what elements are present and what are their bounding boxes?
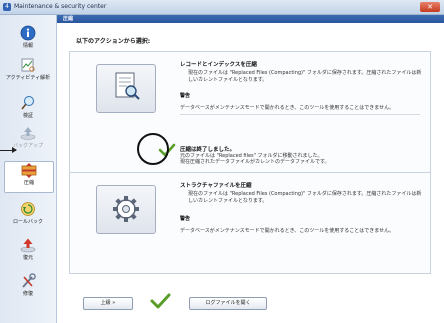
- compact-structure-panel: ストラクチャファイルを圧縮 現在のファイルは "Replaced Files (…: [69, 172, 431, 274]
- sidebar-item-label: 圧縮: [23, 180, 34, 186]
- panel-description: 現在のファイルは "Replaced Files (Compacting)" フ…: [188, 191, 422, 204]
- repair-icon: [22, 273, 36, 288]
- panel-heading: レコードとインデックスを圧縮: [180, 62, 257, 68]
- sidebar: 情報 アクティビティ解析 検証 バックアップ 圧縮 ロールバック 復元 修復: [0, 15, 57, 323]
- panel-heading: ストラクチャファイルを圧縮: [180, 183, 252, 189]
- action-prompt: 以下のアクションから選択:: [76, 38, 151, 45]
- pointer-arrow-head: [12, 147, 17, 153]
- restore-icon: [20, 238, 36, 253]
- highlight-circle: [137, 133, 169, 165]
- sidebar-item-repair[interactable]: 修復: [4, 273, 52, 303]
- sidebar-item-rollback[interactable]: ロールバック: [4, 201, 52, 231]
- window-title: Maintenance & security center: [14, 3, 107, 10]
- maintenance-window: 4 Maintenance & security center ✕ 情報 アクテ…: [0, 0, 444, 323]
- footer-bar: 上級 » ログファイルを開く: [69, 291, 429, 315]
- warning-label: 警告: [180, 216, 191, 222]
- success-check-icon: [150, 293, 171, 309]
- sidebar-item-label: 修復: [22, 291, 33, 297]
- sidebar-item-label: 復元: [22, 255, 33, 261]
- sidebar-item-verify[interactable]: 検証: [4, 95, 52, 125]
- backup-icon: [20, 127, 36, 140]
- sidebar-item-label: 情報: [22, 43, 33, 49]
- divider: [180, 114, 420, 115]
- status-heading: 圧縮は終了しました。: [180, 147, 236, 153]
- open-log-button[interactable]: ログファイルを開く: [189, 297, 267, 310]
- sidebar-item-label: ロールバック: [12, 219, 43, 225]
- close-icon: ✕: [427, 3, 433, 11]
- sidebar-item-info[interactable]: 情報: [4, 25, 52, 55]
- sidebar-item-label: アクティビティ解析: [5, 75, 51, 81]
- section-header: 圧縮: [57, 15, 444, 23]
- close-button[interactable]: ✕: [420, 2, 440, 12]
- advanced-button[interactable]: 上級 »: [83, 297, 133, 310]
- compress-icon: [21, 163, 37, 178]
- sidebar-item-label: 検証: [22, 113, 33, 119]
- main-content: 以下のアクションから選択: レコードとインデックスを圧縮 現在のファイルは "R…: [57, 23, 444, 323]
- app-icon: 4: [3, 3, 11, 11]
- compact-records-button[interactable]: [96, 64, 156, 113]
- sidebar-item-activity-analysis[interactable]: アクティビティ解析: [4, 57, 52, 87]
- info-icon: [20, 25, 36, 41]
- verify-icon: [21, 96, 34, 110]
- gear-icon: [113, 196, 139, 222]
- compact-structure-button[interactable]: [96, 185, 156, 234]
- section-title: 圧縮: [63, 16, 74, 22]
- sidebar-item-restore[interactable]: 復元: [4, 237, 52, 267]
- title-bar: 4 Maintenance & security center ✕: [0, 0, 444, 15]
- compaction-status: 圧縮は終了しました。 元のファイルは "Replaced files" フォルダ…: [158, 143, 330, 165]
- warning-text: データベースがメンテナンスモードで開かれるとき、このツールを使用することはできま…: [180, 105, 395, 111]
- activity-analysis-icon: [21, 58, 35, 72]
- status-line: 現在圧縮されたデータファイルがカレントのデータファイルです。: [180, 159, 330, 165]
- sidebar-item-compress[interactable]: 圧縮: [4, 161, 54, 193]
- warning-label: 警告: [180, 93, 191, 99]
- compact-records-panel: レコードとインデックスを圧縮 現在のファイルは "Replaced Files …: [69, 51, 431, 173]
- rollback-icon: [21, 202, 35, 216]
- panel-description: 現在のファイルは "Replaced Files (Compacting)" フ…: [188, 70, 422, 83]
- document-magnifier-icon: [115, 72, 140, 100]
- warning-text: データベースがメンテナンスモードで開かれるとき、このツールを使用することはできま…: [180, 228, 395, 234]
